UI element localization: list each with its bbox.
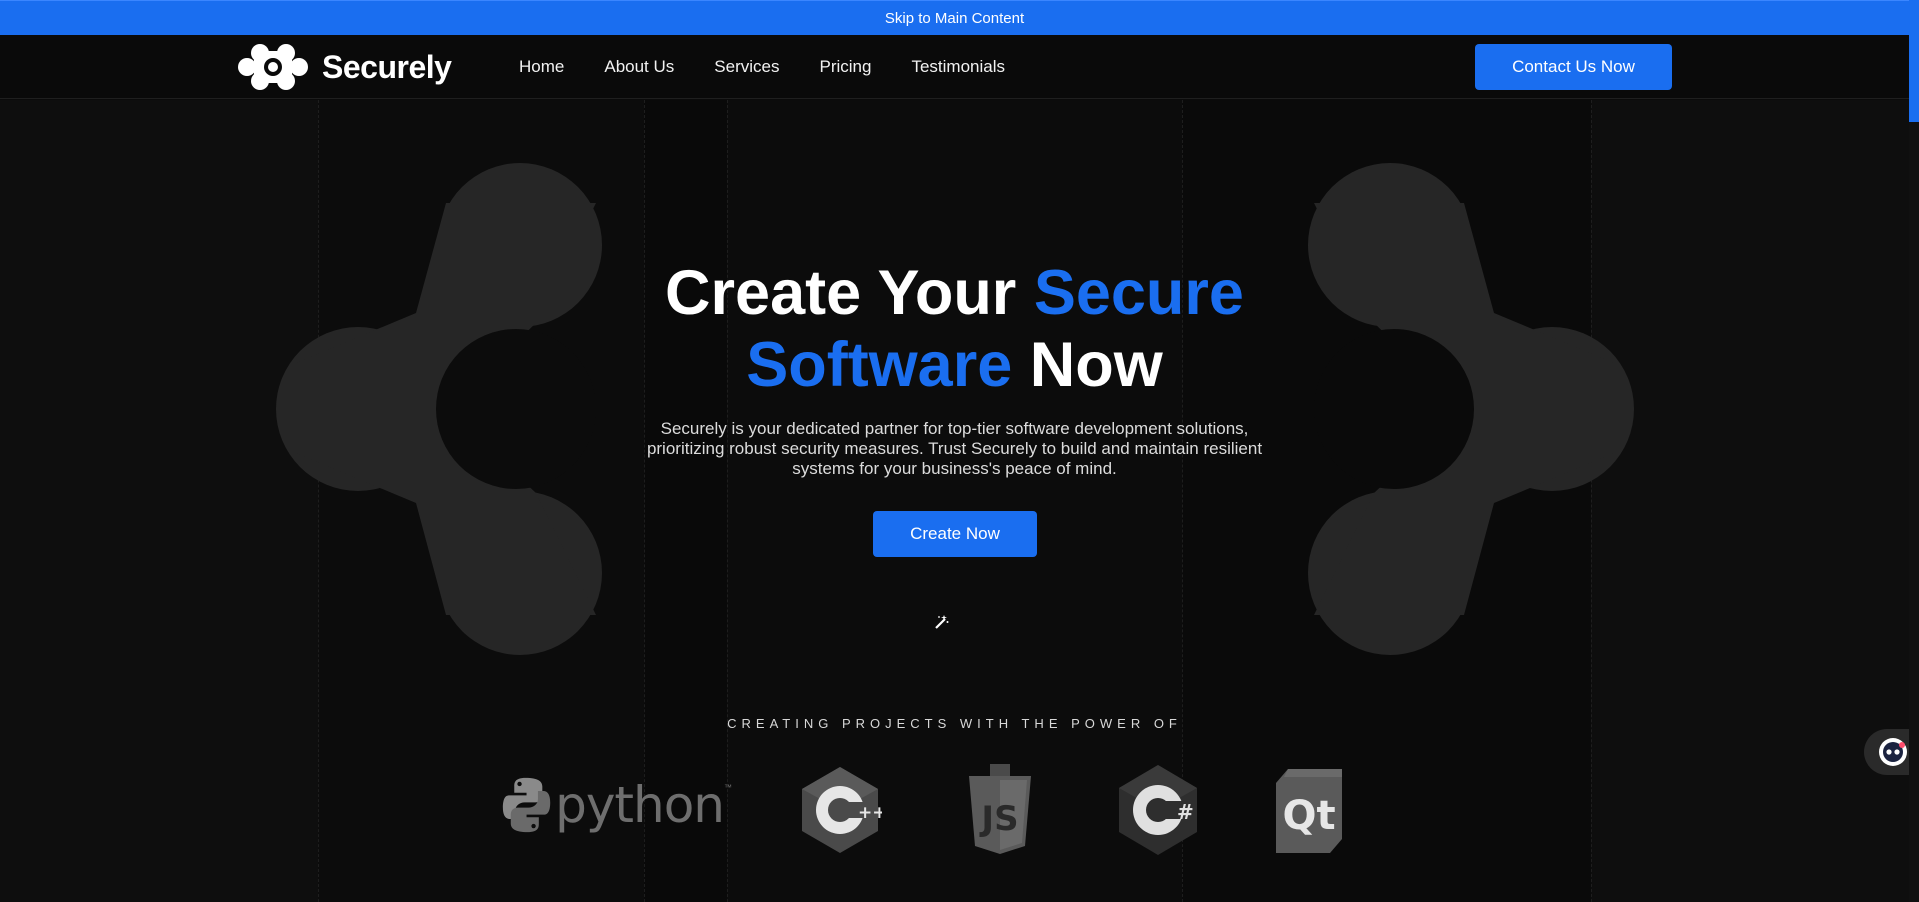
cplusplus-mark: ++	[858, 803, 882, 823]
contact-us-button[interactable]: Contact Us Now	[1475, 44, 1672, 90]
nav-item-testimonials[interactable]: Testimonials	[911, 57, 1005, 77]
molecule-decoration-right-icon	[1308, 163, 1634, 655]
contact-us-button-label: Contact Us Now	[1512, 57, 1635, 76]
cplusplus-logo: ++	[798, 765, 882, 855]
technologies-label: CREATING PROJECTS WITH THE POWER OF	[727, 716, 1182, 731]
create-now-button-label: Create Now	[910, 524, 1000, 543]
javascript-mark: JS	[979, 799, 1018, 839]
nav-item-home[interactable]: Home	[519, 57, 564, 77]
hero-title-part1: Create Your	[665, 258, 1034, 328]
python-logo-icon	[502, 777, 551, 833]
scrollbar-thumb[interactable]	[1909, 0, 1919, 122]
python-trademark: ™	[724, 783, 732, 792]
python-wordmark: python	[555, 776, 725, 834]
csharp-logo: #	[1115, 763, 1201, 857]
nav-item-about-us[interactable]: About Us	[604, 57, 674, 77]
hero-description: Securely is your dedicated partner for t…	[646, 419, 1263, 478]
skip-to-main-content-link[interactable]: Skip to Main Content	[0, 0, 1909, 35]
molecule-logo-icon	[238, 44, 308, 90]
brand-logo[interactable]: Securely	[238, 42, 452, 92]
hero-title-accent-secure: Secure	[1033, 258, 1244, 328]
javascript-logo-icon: JS	[969, 764, 1031, 854]
skip-link-label: Skip to Main Content	[884, 9, 1025, 27]
hero-title-part2: Now	[1012, 330, 1163, 400]
csharp-logo-icon: #	[1119, 765, 1197, 855]
molecule-decoration-left-icon	[276, 163, 602, 655]
magic-wand-icon	[935, 615, 949, 629]
qt-logo-icon: Qt	[1276, 769, 1342, 853]
brand-name: Securely	[322, 48, 452, 85]
nav-item-pricing[interactable]: Pricing	[819, 57, 871, 77]
nav-item-services[interactable]: Services	[714, 57, 779, 77]
main-nav: Home About Us Services Pricing Testimoni…	[519, 35, 1045, 99]
qt-logo: Qt	[1274, 767, 1344, 855]
javascript-logo: JS	[965, 762, 1035, 854]
chat-bot-icon	[1879, 738, 1907, 766]
cplusplus-logo-icon: ++	[802, 767, 882, 853]
page: Skip to Main Content Securely Home About…	[0, 0, 1919, 902]
hero-title: Create Your Secure Software Now	[560, 257, 1349, 401]
site-header: Securely Home About Us Services Pricing …	[0, 35, 1909, 99]
csharp-mark: #	[1177, 800, 1194, 824]
hero-title-accent-software: Software	[746, 330, 1013, 400]
page-scrollbar[interactable]	[1909, 0, 1919, 902]
python-logo: python ™	[502, 765, 732, 845]
create-now-button[interactable]: Create Now	[873, 511, 1037, 557]
qt-mark: Qt	[1282, 793, 1335, 839]
